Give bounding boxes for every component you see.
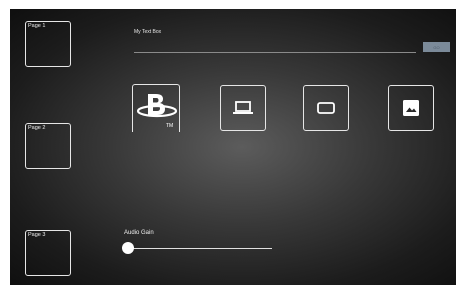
svg-text:TM: TM <box>166 123 173 129</box>
page-1-label: Page 1 <box>28 23 46 29</box>
audio-gain-slider-track[interactable] <box>128 248 272 249</box>
bluray-source-button[interactable]: TM <box>132 84 180 132</box>
page-3-label: Page 3 <box>28 232 46 238</box>
page-2-button[interactable]: Page 2 <box>25 123 71 169</box>
bluray-logo-icon: TM <box>136 94 178 129</box>
audio-gain-label: Audio Gain <box>124 230 154 236</box>
touch-panel-screen: Page 1 Page 2 Page 3 My Text Box GO TM A… <box>10 9 456 285</box>
laptop-source-button[interactable] <box>220 85 266 131</box>
text-box-input[interactable] <box>134 39 416 53</box>
page-2-label: Page 2 <box>28 125 46 131</box>
audio-gain-slider-thumb[interactable] <box>122 242 134 254</box>
text-box-label: My Text Box <box>134 29 162 35</box>
laptop-icon <box>233 101 253 114</box>
tv-icon <box>317 102 335 114</box>
image-source-button[interactable] <box>388 85 434 131</box>
display-source-button[interactable] <box>303 85 349 131</box>
go-button[interactable]: GO <box>423 42 450 52</box>
image-icon <box>403 100 419 116</box>
page-1-button[interactable]: Page 1 <box>25 21 71 67</box>
page-3-button[interactable]: Page 3 <box>25 230 71 276</box>
